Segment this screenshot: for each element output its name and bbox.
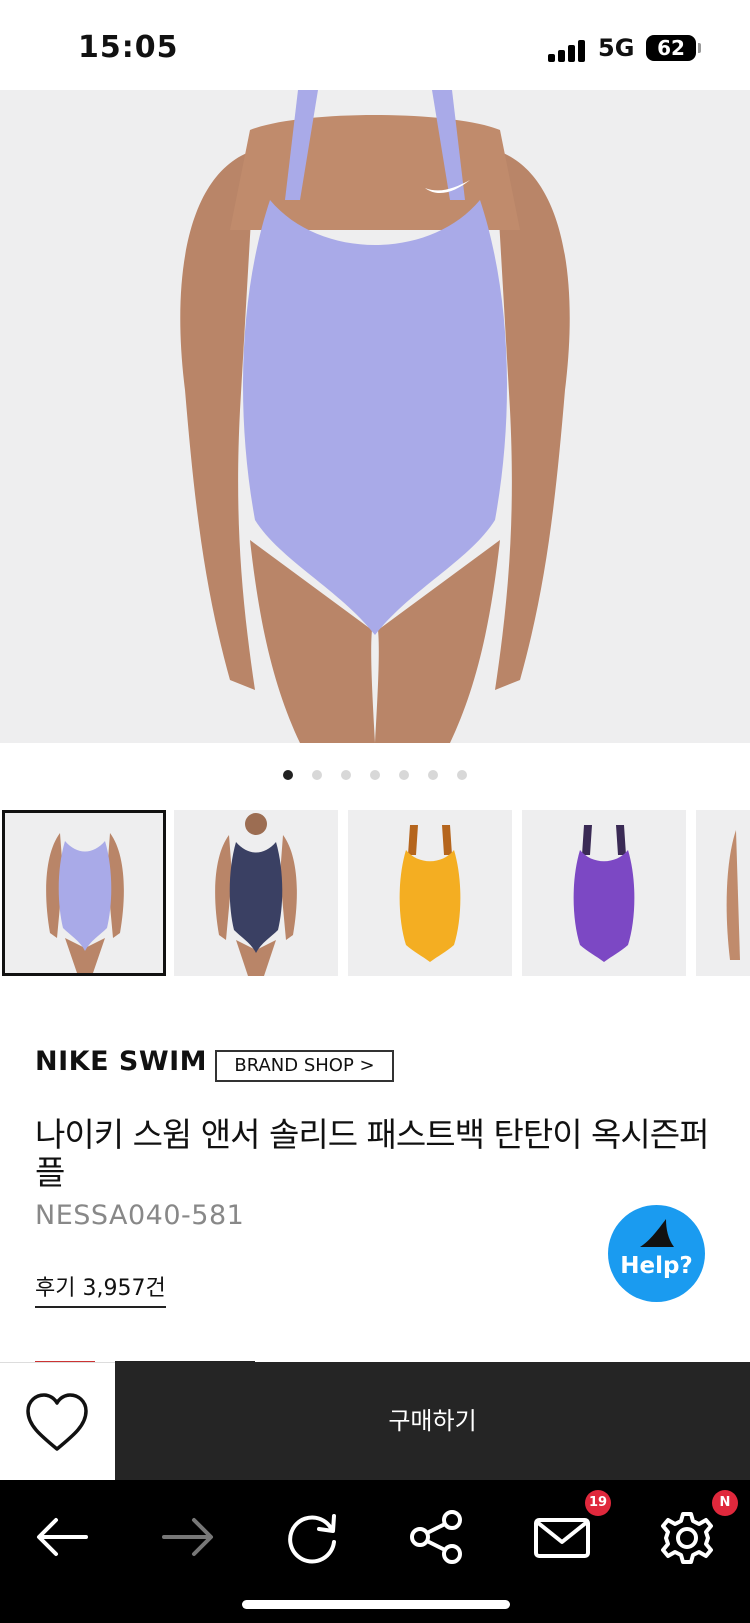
heart-icon <box>26 1393 88 1451</box>
status-time: 15:05 <box>78 30 179 65</box>
share-icon[interactable] <box>402 1502 472 1572</box>
help-label: Help? <box>620 1253 693 1279</box>
refresh-icon[interactable] <box>277 1502 347 1572</box>
carousel-dot[interactable] <box>457 770 467 780</box>
carousel-dot[interactable] <box>428 770 438 780</box>
thumbnail-purple[interactable] <box>522 810 686 976</box>
mail-badge: 19 <box>585 1490 611 1516</box>
buy-button[interactable]: 구매하기 <box>115 1362 750 1480</box>
brand-name[interactable]: NIKE SWIM <box>35 1046 207 1077</box>
thumbnail-strip[interactable] <box>0 810 750 976</box>
help-button[interactable]: Help? <box>608 1205 705 1302</box>
thumbnail-partial[interactable] <box>696 810 750 976</box>
brand-shop-button[interactable]: BRAND SHOP > <box>215 1050 394 1082</box>
battery-tip <box>698 43 701 53</box>
battery-icon: 62 <box>646 35 696 61</box>
product-main-image[interactable] <box>0 90 750 743</box>
review-count-link[interactable]: 후기 3,957건 <box>35 1270 166 1308</box>
forward-arrow-icon[interactable] <box>152 1502 222 1572</box>
signal-icon <box>548 38 588 62</box>
settings-badge: N <box>712 1490 738 1516</box>
thumbnail-yellow[interactable] <box>348 810 512 976</box>
product-title: 나이키 스윔 앤서 솔리드 패스트백 탄탄이 옥시즌퍼플 <box>35 1115 710 1192</box>
carousel-dot[interactable] <box>312 770 322 780</box>
settings-gear-icon[interactable] <box>652 1502 722 1572</box>
wishlist-button[interactable] <box>0 1362 115 1480</box>
status-bar: 15:05 5G 62 <box>0 0 750 90</box>
network-type: 5G <box>598 34 635 62</box>
carousel-dot[interactable] <box>399 770 409 780</box>
carousel-dots <box>0 770 750 784</box>
carousel-dot[interactable] <box>370 770 380 780</box>
home-indicator <box>242 1600 510 1609</box>
carousel-dot[interactable] <box>341 770 351 780</box>
product-code: NESSA040-581 <box>35 1200 245 1231</box>
thumbnail-navy[interactable] <box>174 810 338 976</box>
buy-bar: 구매하기 <box>0 1362 750 1480</box>
carousel-dot[interactable] <box>283 770 293 780</box>
mail-icon[interactable] <box>527 1502 597 1572</box>
back-arrow-icon[interactable] <box>28 1502 98 1572</box>
thumbnail-lavender[interactable] <box>2 810 166 976</box>
